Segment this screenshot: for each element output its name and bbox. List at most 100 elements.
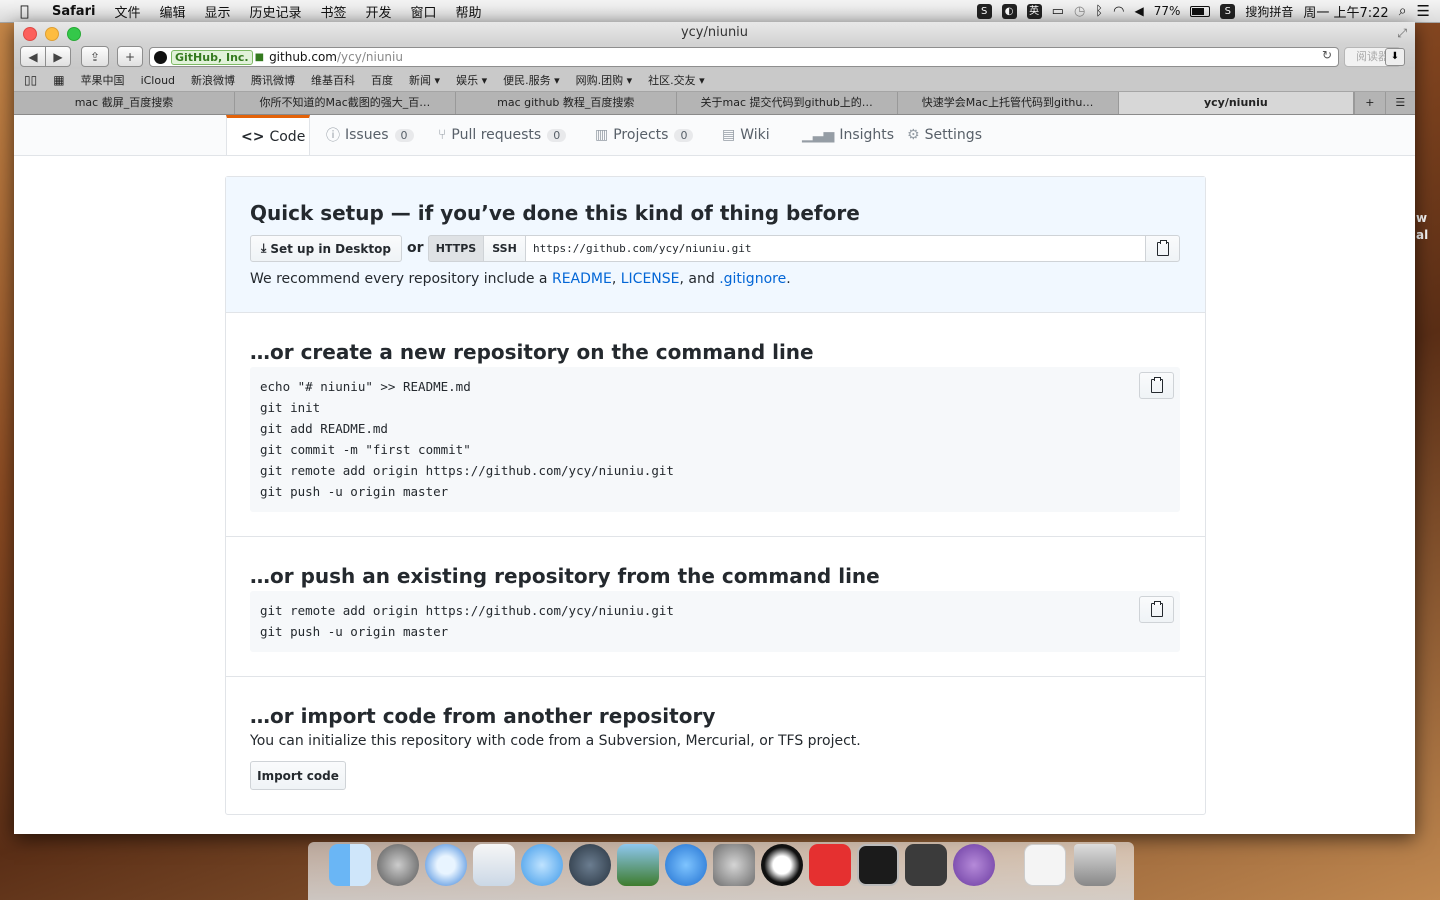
zoom-window-button[interactable] [67, 27, 81, 41]
import-code-button[interactable]: Import code [250, 761, 346, 790]
create-new-code-block[interactable]: echo "# niuniu" >> README.md git init gi… [250, 367, 1180, 512]
input-method-label[interactable]: 搜狗拼音 [1245, 3, 1293, 20]
copy-push-commands-button[interactable] [1139, 596, 1174, 623]
ime-english-icon[interactable]: 英 [1026, 3, 1042, 19]
facetime-icon[interactable] [569, 844, 611, 886]
app-store-icon[interactable] [665, 844, 707, 886]
browser-tab[interactable]: 你所不知道的Mac截图的强大_百… [235, 92, 456, 114]
tab-issues[interactable]: ⓘ Issues 0 [326, 115, 414, 155]
launchpad-icon[interactable] [377, 844, 419, 886]
github-desktop-icon[interactable] [953, 844, 995, 886]
bookmark-item[interactable]: 网购.团购 ▾ [576, 72, 633, 88]
back-button[interactable]: ◀ [20, 46, 46, 67]
tab-pull-requests[interactable]: ⑂ Pull requests 0 [438, 115, 567, 155]
airplay-icon[interactable]: ▭ [1052, 4, 1064, 19]
github-favicon-icon [154, 50, 167, 64]
browser-tab-active[interactable]: ycy/niuniu [1118, 92, 1355, 114]
bookmark-item[interactable]: 新闻 ▾ [409, 72, 440, 88]
battery-percent[interactable]: 77% [1154, 4, 1181, 18]
push-existing-code-block[interactable]: git remote add origin https://github.com… [250, 591, 1180, 652]
reading-list-icon[interactable]: ▯▯ [24, 73, 37, 87]
traffic-lights [23, 27, 81, 41]
menu-edit[interactable]: 编辑 [159, 2, 185, 21]
readme-link[interactable]: README [552, 271, 612, 287]
code-icon: <> [241, 128, 265, 145]
share-button[interactable]: ⇪ [81, 46, 109, 67]
downloads-icon[interactable]: ⬇ [1385, 48, 1405, 66]
https-toggle[interactable]: HTTPS [428, 235, 484, 262]
system-preferences-icon[interactable] [713, 844, 755, 886]
notification-center-icon[interactable]: ☰ [1417, 2, 1430, 20]
clone-url-input[interactable]: https://github.com/ycy/niuniu.git [525, 235, 1146, 262]
sogou-icon[interactable]: S [1220, 3, 1236, 19]
tab-settings[interactable]: ⚙ Settings [907, 115, 982, 155]
minimize-window-button[interactable] [45, 27, 59, 41]
qq-icon[interactable] [761, 844, 803, 886]
ssh-toggle[interactable]: SSH [483, 235, 526, 262]
tab-overview-icon[interactable]: ☰ [1384, 92, 1415, 114]
tab-insights[interactable]: ▁▃▅ Insights [802, 115, 894, 155]
browser-tab[interactable]: 关于mac 提交代码到github上的… [677, 92, 898, 114]
bookmark-item[interactable]: 娱乐 ▾ [456, 72, 487, 88]
ev-certificate-badge[interactable]: GitHub, Inc. [171, 49, 253, 65]
document-icon[interactable] [1024, 844, 1066, 886]
copy-create-commands-button[interactable] [1139, 372, 1174, 399]
menu-app-name[interactable]: Safari [52, 4, 95, 19]
iphoto-icon[interactable] [617, 844, 659, 886]
tray-voice-icon[interactable]: ◐ [1001, 3, 1017, 19]
bookmark-item[interactable]: 新浪微博 [191, 72, 235, 88]
bookmark-item[interactable]: 社区.交友 ▾ [648, 72, 705, 88]
tab-code[interactable]: <> Code [226, 115, 310, 155]
safari-icon[interactable] [425, 844, 467, 886]
bookmark-item[interactable]: 腾讯微博 [251, 72, 295, 88]
forward-button[interactable]: ▶ [46, 46, 71, 67]
gitignore-link[interactable]: .gitignore [719, 271, 786, 287]
license-link[interactable]: LICENSE [621, 271, 680, 287]
tab-wiki[interactable]: ▤ Wiki [722, 115, 770, 155]
time-machine-icon[interactable]: ◷ [1074, 4, 1085, 19]
tray-s-icon[interactable]: S [976, 3, 992, 19]
apple-icon[interactable]:  [20, 3, 38, 19]
new-tab-button[interactable]: + [1354, 92, 1384, 114]
battery-icon[interactable] [1190, 5, 1211, 17]
fullscreen-icon[interactable]: ⤢ [1397, 22, 1407, 44]
bluetooth-icon[interactable]: ᛒ [1095, 4, 1103, 19]
menu-develop[interactable]: 开发 [366, 2, 392, 21]
browser-tab[interactable]: mac 截屏_百度搜索 [14, 92, 235, 114]
browser-tab[interactable]: 快速学会Mac上托管代码到githu… [898, 92, 1119, 114]
terminal-icon[interactable] [857, 844, 899, 886]
menubar-clock[interactable]: 周一 上午7:22 [1303, 2, 1388, 21]
wifi-icon[interactable]: ◠ [1113, 4, 1124, 19]
menu-window[interactable]: 窗口 [411, 2, 437, 21]
menu-help[interactable]: 帮助 [456, 2, 482, 21]
sublime-text-icon[interactable] [905, 844, 947, 886]
menu-history[interactable]: 历史记录 [249, 2, 301, 21]
add-bookmark-button[interactable]: + [117, 46, 143, 67]
volume-icon[interactable]: ◀ [1134, 4, 1143, 18]
setup-desktop-button[interactable]: ⤓ Set up in Desktop [250, 235, 402, 262]
preview-icon[interactable] [473, 844, 515, 886]
menu-file[interactable]: 文件 [114, 2, 140, 21]
address-bar[interactable]: GitHub, Inc. ■ github.com/ycy/niuniu ↻ [149, 47, 1339, 67]
menu-bookmarks[interactable]: 书签 [321, 2, 347, 21]
desktop-side-text-line: w [1416, 211, 1428, 225]
reload-icon[interactable]: ↻ [1322, 48, 1332, 62]
tab-projects[interactable]: ▥ Projects 0 [595, 115, 694, 155]
trash-icon[interactable] [1074, 844, 1116, 886]
bookmark-item[interactable]: 便民.服务 ▾ [503, 72, 560, 88]
xmind-icon[interactable] [809, 844, 851, 886]
close-window-button[interactable] [23, 27, 37, 41]
bookmark-item[interactable]: 维基百科 [311, 72, 355, 88]
bookmark-item[interactable]: 苹果中国 [81, 72, 125, 88]
menu-view[interactable]: 显示 [204, 2, 230, 21]
bookmark-item[interactable]: 百度 [371, 72, 393, 88]
browser-tab[interactable]: mac github 教程_百度搜索 [456, 92, 677, 114]
spotlight-icon[interactable]: ⌕ [1399, 3, 1407, 19]
bookmark-item[interactable]: iCloud [141, 74, 175, 87]
finder-icon[interactable] [329, 844, 371, 886]
copy-clone-url-button[interactable] [1145, 235, 1180, 262]
setup-desktop-label: Set up in Desktop [270, 241, 391, 256]
code-line: git remote add origin https://github.com… [260, 603, 674, 618]
top-sites-icon[interactable]: ▦ [53, 73, 64, 87]
messages-icon[interactable] [521, 844, 563, 886]
